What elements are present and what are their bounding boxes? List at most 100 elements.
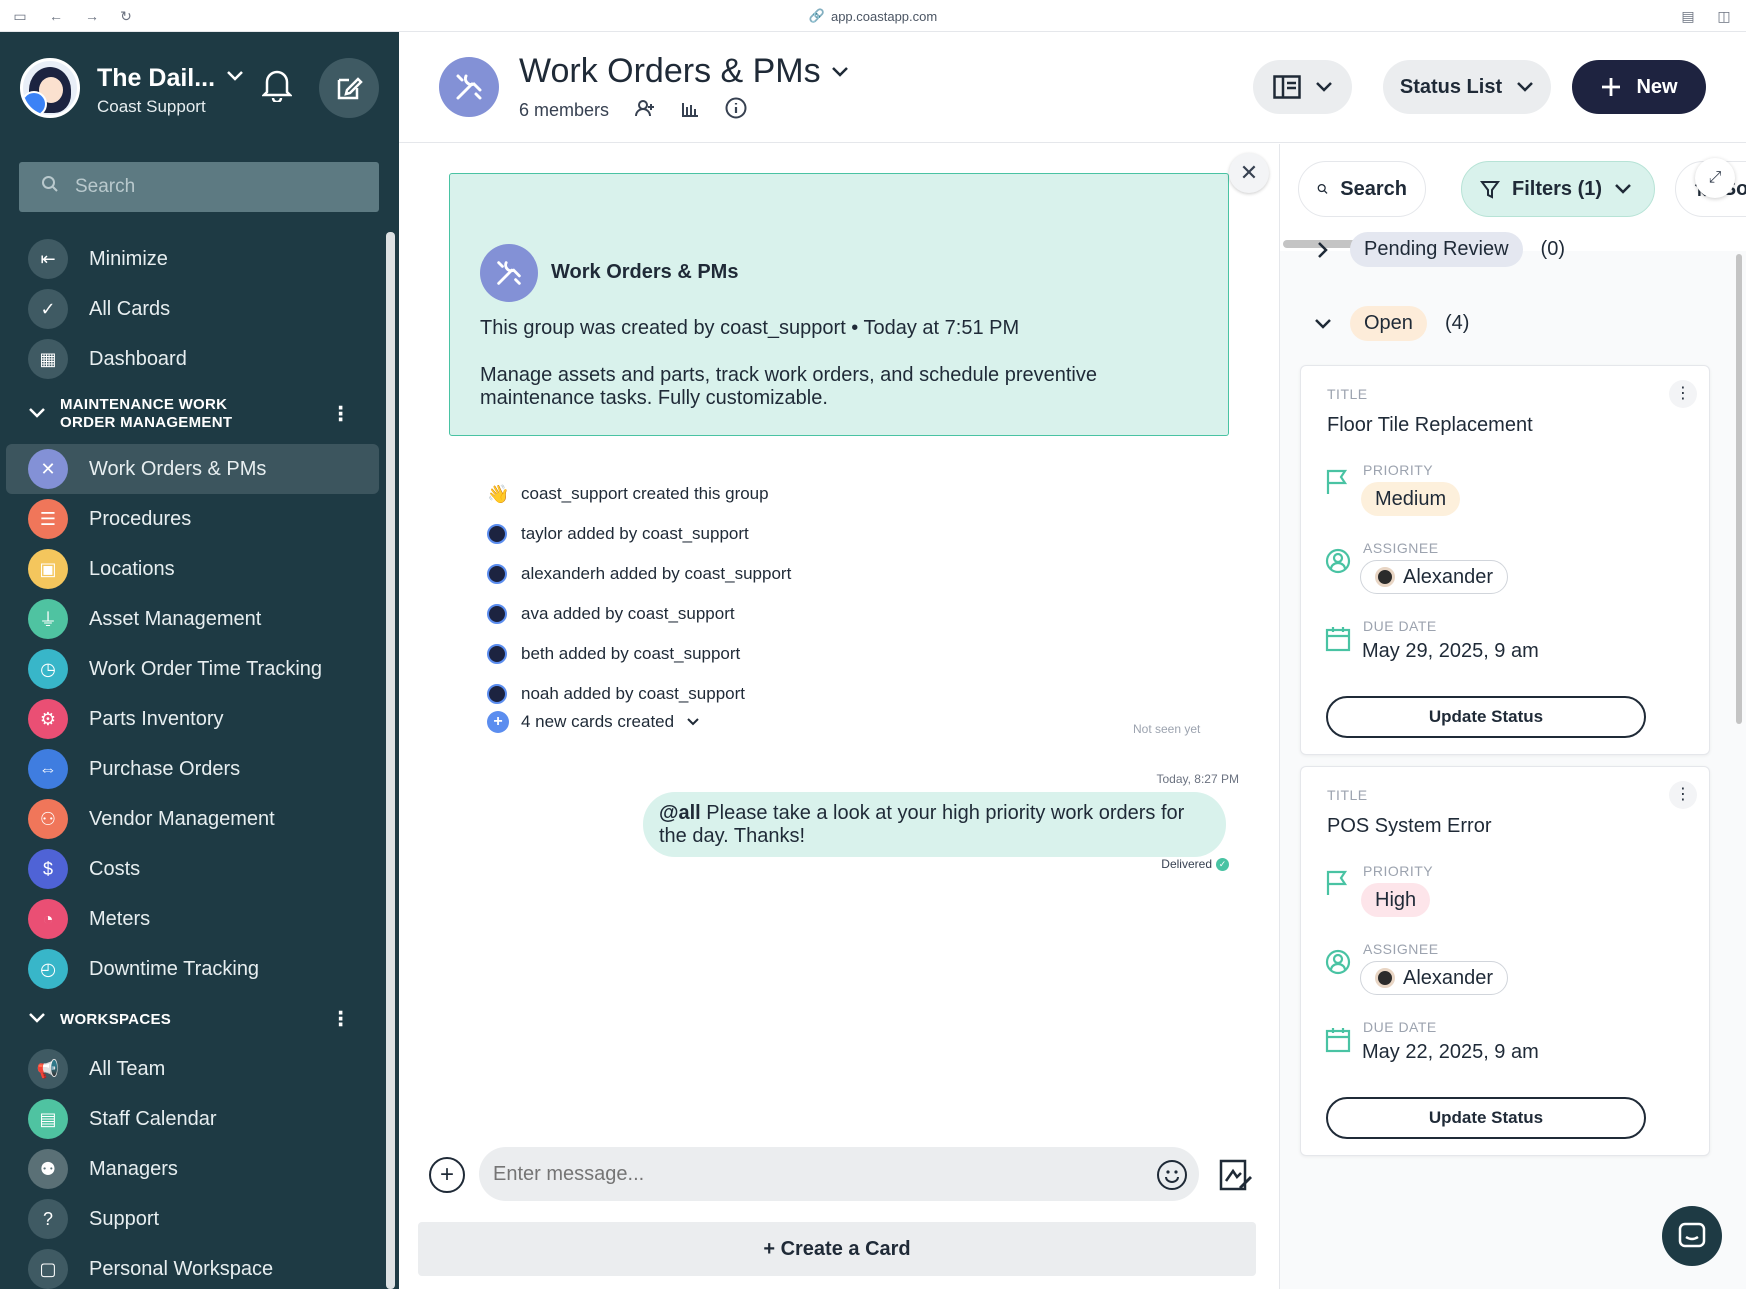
group-avatar[interactable] [439, 57, 499, 117]
chevron-down-icon[interactable] [28, 406, 46, 422]
tools-icon: ✕ [28, 449, 68, 489]
plus-icon: + [439, 1161, 454, 1188]
update-status-button[interactable]: Update Status [1326, 696, 1646, 738]
panel-vertical-scrollbar[interactable] [1736, 254, 1742, 724]
sidebar-item-meters[interactable]: ◔ Meters [0, 894, 385, 944]
sidebar-item-personal-workspace[interactable]: ▢ Personal Workspace [0, 1244, 385, 1289]
sidebar-item-minimize[interactable]: ⇤ Minimize [0, 234, 385, 284]
kebab-icon[interactable]: ⋮ [1669, 380, 1697, 408]
sidebar-item-costs[interactable]: $ Costs [0, 844, 385, 894]
chevron-down-icon[interactable] [831, 66, 849, 78]
sidebar-item-downtime-tracking[interactable]: ◴ Downtime Tracking [0, 944, 385, 994]
sidebar-item-vendor-management[interactable]: ⚇ Vendor Management [0, 794, 385, 844]
update-status-button[interactable]: Update Status [1326, 1097, 1646, 1139]
chevron-right-icon[interactable] [1314, 241, 1332, 259]
address-bar[interactable]: 🔗 app.coastapp.com [0, 0, 1746, 32]
assignee-chip[interactable]: Alexander [1360, 560, 1509, 594]
emoji-icon[interactable] [1157, 1160, 1187, 1190]
section-workspaces[interactable]: WORKSPACES ⋮ [0, 994, 385, 1044]
create-card-button[interactable]: + Create a Card [418, 1222, 1256, 1276]
bell-icon[interactable] [260, 68, 296, 104]
add-member-icon[interactable] [635, 99, 655, 122]
sidebar-item-support[interactable]: ? Support [0, 1194, 385, 1244]
kebab-icon[interactable]: ⋮ [1669, 781, 1697, 809]
message-input[interactable] [479, 1147, 1199, 1201]
sidebar-item-label: Personal Workspace [89, 1257, 274, 1280]
stats-icon[interactable] [681, 99, 699, 122]
filters-button[interactable]: Filters (1) [1461, 161, 1655, 217]
status-group-open[interactable]: Open (4) [1314, 306, 1469, 341]
sidebar-item-label: Locations [89, 557, 175, 580]
activity-item: alexanderh added by coast_support [487, 554, 791, 594]
sidebar-item-managers[interactable]: ⚉ Managers [0, 1144, 385, 1194]
sidebar-item-label: Asset Management [89, 607, 262, 630]
sidebar-item-label: Vendor Management [89, 807, 275, 830]
sidebar-item-staff-calendar[interactable]: ▤ Staff Calendar [0, 1094, 385, 1144]
close-intro-button[interactable]: ✕ [1229, 153, 1269, 193]
sidebar-item-label: Minimize [89, 247, 168, 270]
chevron-down-icon[interactable] [226, 66, 244, 87]
kebab-icon[interactable]: ⋮ [331, 402, 351, 427]
assignee-chip[interactable]: Alexander [1360, 961, 1509, 995]
chevron-down-icon[interactable] [28, 1011, 46, 1027]
sidebar-item-locations[interactable]: ▣ Locations [0, 544, 385, 594]
reader-icon[interactable]: ▤ [1680, 8, 1696, 24]
compose-button[interactable] [319, 58, 379, 118]
status-list-label: Status List [1399, 75, 1503, 98]
wave-icon: 👋 [487, 483, 510, 504]
mention[interactable]: @all [659, 802, 701, 824]
workspace-name[interactable]: The Dail... [97, 64, 215, 93]
expand-icon[interactable]: ⤢ [1695, 158, 1735, 198]
layout-toggle-button[interactable] [1253, 60, 1352, 114]
sidebar-item-all-cards[interactable]: ✓ All Cards [0, 284, 385, 334]
avatar[interactable] [20, 58, 80, 118]
message-bubble[interactable]: @all Please take a look at your high pri… [643, 792, 1226, 857]
activity-text: ava added by coast_support [521, 604, 735, 623]
work-order-card[interactable]: TITLE Floor Tile Replacement ⋮ PRIORITY … [1300, 365, 1710, 755]
sidebar-item-procedures[interactable]: ☰ Procedures [0, 494, 385, 544]
sidebar-item-parts-inventory[interactable]: ⚙ Parts Inventory [0, 694, 385, 744]
check-circle-icon: ✓ [28, 289, 68, 329]
activity-item: ava added by coast_support [487, 594, 791, 634]
activity-item: noah added by coast_support [487, 674, 791, 714]
assignee-value: Alexander [1403, 565, 1494, 588]
assignee-label: ASSIGNEE [1363, 941, 1439, 957]
add-attachment-button[interactable]: + [429, 1157, 465, 1193]
clock-icon: ◷ [28, 649, 68, 689]
work-order-card[interactable]: TITLE POS System Error ⋮ PRIORITY High A… [1300, 766, 1710, 1156]
list-icon: ☰ [28, 499, 68, 539]
panel-layout-icon [1272, 75, 1301, 99]
sidebar-item-asset-management[interactable]: ⏚ Asset Management [0, 594, 385, 644]
sidebar-item-dashboard[interactable]: ▦ Dashboard [0, 334, 385, 384]
user-avatar-icon [487, 524, 507, 544]
priority-chip[interactable]: High [1361, 883, 1431, 917]
group-avatar [480, 244, 538, 302]
kebab-icon[interactable]: ⋮ [331, 1007, 351, 1032]
status-group-pending-review[interactable]: Pending Review (0) [1314, 232, 1565, 267]
sidebar-item-label: Work Orders & PMs [89, 457, 267, 480]
members-count[interactable]: 6 members [519, 100, 609, 121]
split-view-icon[interactable]: ◫ [1716, 8, 1732, 24]
priority-label: PRIORITY [1363, 462, 1434, 478]
sidebar-item-all-team[interactable]: 📢 All Team [0, 1044, 385, 1094]
status-list-button[interactable]: Status List [1383, 60, 1551, 114]
priority-chip[interactable]: Medium [1361, 482, 1461, 516]
avatar [1375, 567, 1395, 587]
sidebar-scrollbar[interactable] [386, 232, 395, 1289]
new-cards-row[interactable]: + 4 new cards created [487, 711, 700, 733]
sidebar-item-work-orders-pms[interactable]: ✕ Work Orders & PMs [6, 444, 379, 494]
new-button[interactable]: New [1572, 60, 1706, 114]
sidebar-search[interactable]: Search [19, 162, 379, 212]
create-card-icon[interactable] [1217, 1157, 1253, 1193]
group-title-wrap[interactable]: Work Orders & PMs [519, 52, 849, 91]
info-icon[interactable] [725, 97, 747, 124]
chevron-down-icon[interactable] [1314, 315, 1332, 333]
section-maintenance[interactable]: MAINTENANCE WORK ORDER MANAGEMENT ⋮ [0, 384, 385, 444]
priority-value: High [1375, 888, 1417, 911]
link-icon: 🔗 [808, 8, 825, 23]
sidebar-item-purchase-orders[interactable]: ⇔ Purchase Orders [0, 744, 385, 794]
sidebar-item-label: Dashboard [89, 347, 187, 370]
panel-search-button[interactable]: Search [1298, 161, 1426, 217]
sidebar-item-work-order-time-tracking[interactable]: ◷ Work Order Time Tracking [0, 644, 385, 694]
support-chat-button[interactable] [1662, 1206, 1722, 1266]
